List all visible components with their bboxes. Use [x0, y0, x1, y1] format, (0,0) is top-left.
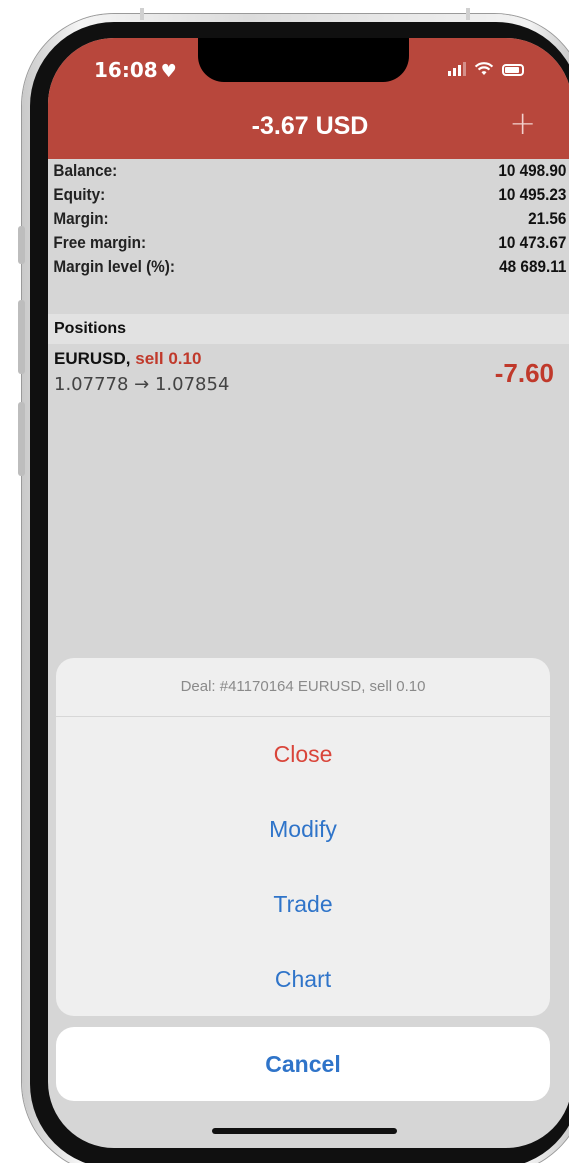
status-icons: [448, 60, 524, 76]
summary-label: Margin:: [53, 209, 109, 228]
positions-header: Positions: [48, 314, 569, 344]
position-symbol: EURUSD, sell 0.10: [54, 349, 201, 369]
summary-row-margin-level: Margin level (%): 48 689.11: [48, 255, 569, 279]
position-symbol-text: EURUSD,: [54, 349, 131, 368]
summary-value: 21.56: [528, 209, 567, 228]
chart-button[interactable]: Chart: [56, 942, 550, 1016]
position-prices: 1.07778 → 1.07854: [54, 374, 230, 395]
summary-row-equity: Equity: 10 495.23: [48, 183, 569, 207]
volume-up-button: [18, 300, 25, 374]
wifi-icon: [474, 62, 494, 75]
position-profit: -7.60: [494, 358, 554, 388]
position-row[interactable]: EURUSD, sell 0.10 1.07778 → 1.07854 -7.6…: [48, 344, 569, 402]
summary-value: 10 495.23: [498, 185, 567, 204]
close-button[interactable]: Close: [56, 717, 550, 792]
summary-row-balance: Balance: 10 498.90: [48, 159, 569, 183]
summary-label: Balance:: [53, 161, 118, 180]
page-title: -3.67 USD: [251, 112, 369, 140]
silent-switch: [18, 226, 25, 264]
summary-label: Equity:: [53, 185, 106, 204]
plus-icon[interactable]: +: [509, 104, 536, 142]
battery-icon: [502, 64, 524, 76]
account-summary: Balance: 10 498.90 Equity: 10 495.23 Mar…: [48, 159, 569, 279]
signal-icon: [448, 60, 466, 76]
status-time-text: 16:08: [94, 58, 158, 82]
summary-row-free-margin: Free margin: 10 473.67: [48, 231, 569, 255]
trade-button[interactable]: Trade: [56, 867, 550, 942]
summary-value: 10 498.90: [498, 161, 567, 180]
volume-down-button: [18, 402, 25, 476]
position-side: sell 0.10: [135, 349, 202, 368]
screen: 16:08 ♥ -3.67 USD + Balance: 10 498.90 E…: [48, 38, 569, 1148]
notch: [198, 38, 409, 82]
summary-value: 10 473.67: [498, 233, 567, 252]
summary-label: Free margin:: [53, 233, 147, 252]
action-sheet: Deal: #41170164 EURUSD, sell 0.10 Close …: [56, 658, 550, 1016]
summary-value: 48 689.11: [499, 257, 567, 276]
header-bar: 16:08 ♥ -3.67 USD +: [48, 38, 569, 159]
frame-seam: [140, 8, 144, 20]
status-time: 16:08 ♥: [94, 58, 177, 82]
action-sheet-title: Deal: #41170164 EURUSD, sell 0.10: [56, 658, 550, 717]
heart-icon: ♥: [160, 61, 177, 82]
summary-label: Margin level (%):: [53, 257, 175, 276]
summary-row-margin: Margin: 21.56: [48, 207, 569, 231]
frame-seam: [466, 8, 470, 20]
cancel-button[interactable]: Cancel: [56, 1027, 550, 1101]
home-indicator[interactable]: [212, 1128, 397, 1134]
canvas: 16:08 ♥ -3.67 USD + Balance: 10 498.90 E…: [0, 0, 569, 1163]
modify-button[interactable]: Modify: [56, 792, 550, 867]
